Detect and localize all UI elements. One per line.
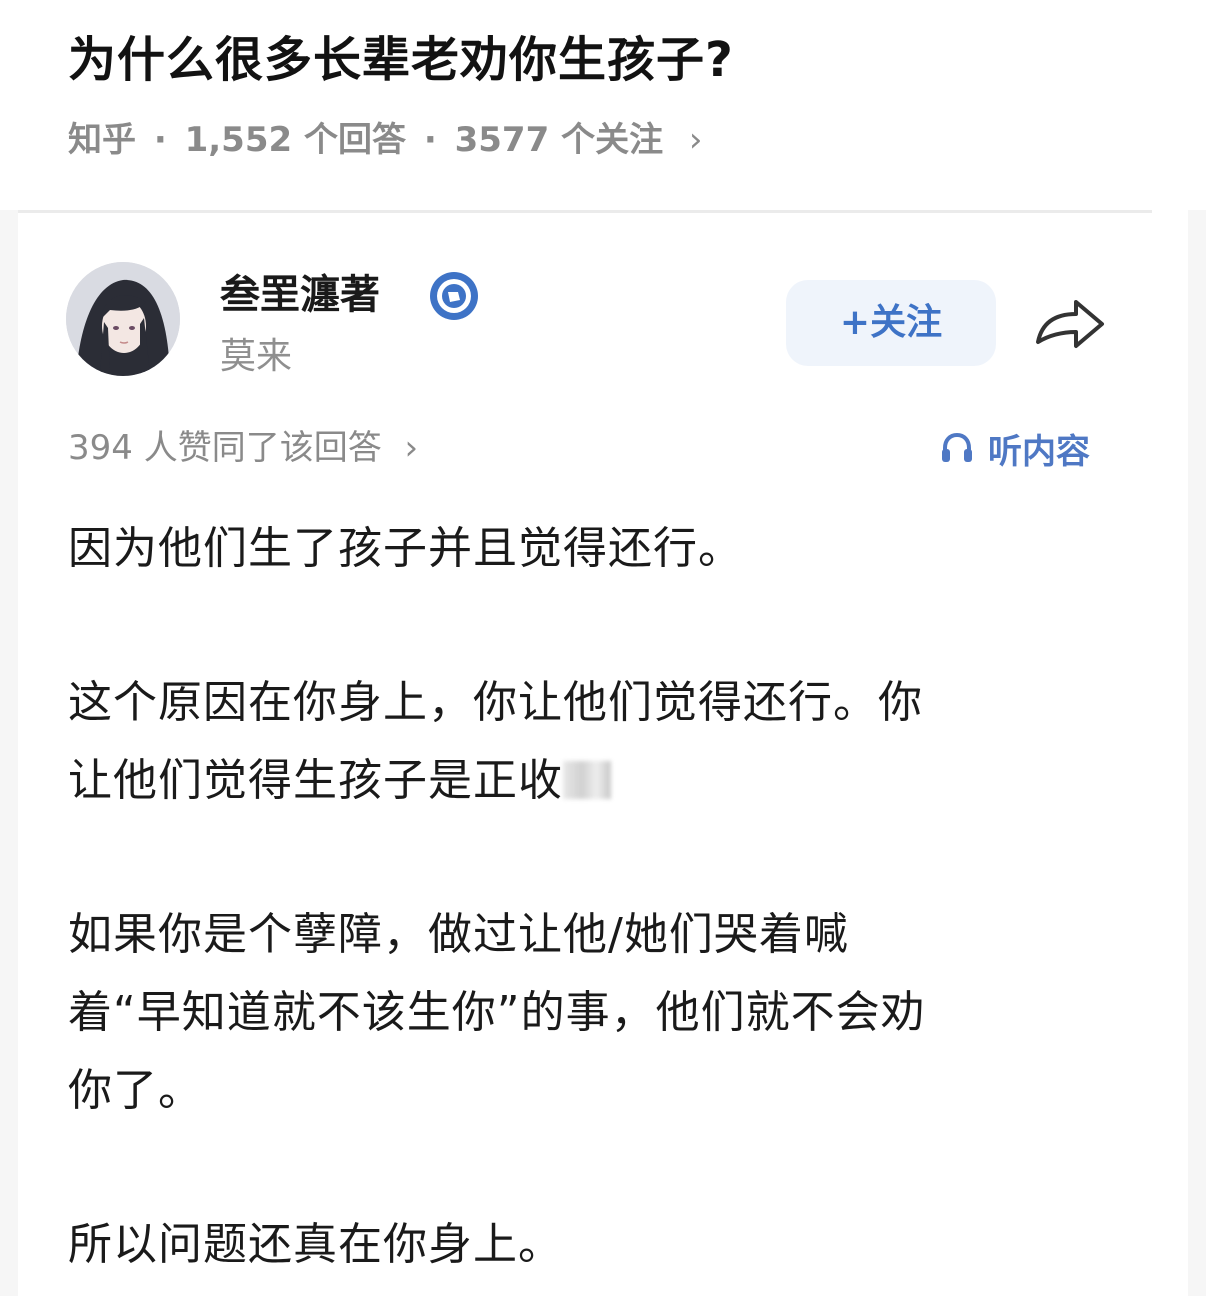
headphones-icon	[942, 432, 972, 462]
answer-paragraph: 因为他们生了孩子并且觉得还行。	[68, 523, 743, 574]
listen-label: 听内容	[988, 431, 1090, 472]
avatar[interactable]	[66, 262, 180, 376]
share-arrow-icon[interactable]	[1030, 292, 1110, 356]
vote-count-text: 394 人赞同了该回答	[68, 428, 382, 468]
answer-count: 1,552 个回答	[184, 120, 406, 160]
answer-text: 让他们觉得生孩子是正收	[68, 755, 563, 806]
source-label: 知乎	[68, 120, 136, 160]
question-meta[interactable]: 知乎 · 1,552 个回答 · 3577 个关注 ›	[68, 112, 703, 168]
chevron-right-icon: ›	[688, 120, 703, 160]
answer-paragraph: 这个原因在你身上，你让他们觉得还行。你	[68, 677, 923, 728]
answer-paragraph: 让他们觉得生孩子是正收	[68, 742, 1108, 820]
zhihu-answer-page: 为什么很多长辈老劝你生孩子? 知乎 · 1,552 个回答 · 3577 个关注…	[0, 0, 1206, 1296]
follower-count: 3577 个关注	[454, 120, 664, 160]
redacted-blur	[563, 761, 611, 799]
avatar-illustration	[66, 262, 180, 376]
listen-button[interactable]: 听内容	[940, 420, 1090, 476]
follow-button[interactable]: +关注	[786, 280, 996, 366]
verified-badge-icon	[430, 272, 478, 320]
answer-paragraph: 你了。	[68, 1065, 203, 1116]
question-card[interactable]: 为什么很多长辈老劝你生孩子? 知乎 · 1,552 个回答 · 3577 个关注…	[0, 0, 1206, 210]
section-divider	[18, 210, 1152, 213]
question-title[interactable]: 为什么很多长辈老劝你生孩子?	[68, 22, 734, 98]
meta-separator: ·	[423, 120, 437, 160]
chevron-right-icon: ›	[404, 428, 419, 468]
answer-paragraph: 如果你是个孽障，做过让他/她们哭着喊	[68, 909, 849, 960]
author-bio: 莫来	[220, 336, 293, 377]
answer-paragraph: 着“早知道就不该生你”的事，他们就不会劝	[68, 987, 926, 1038]
answer-paragraph: 所以问题还真在你身上。	[68, 1219, 563, 1270]
answer-body: 因为他们生了孩子并且觉得还行。 这个原因在你身上，你让他们觉得还行。你 让他们觉…	[68, 510, 1108, 1284]
vote-summary[interactable]: 394 人赞同了该回答 ›	[68, 420, 418, 476]
meta-separator: ·	[153, 120, 167, 160]
author-name[interactable]: 叁罜瀍著	[220, 266, 380, 324]
